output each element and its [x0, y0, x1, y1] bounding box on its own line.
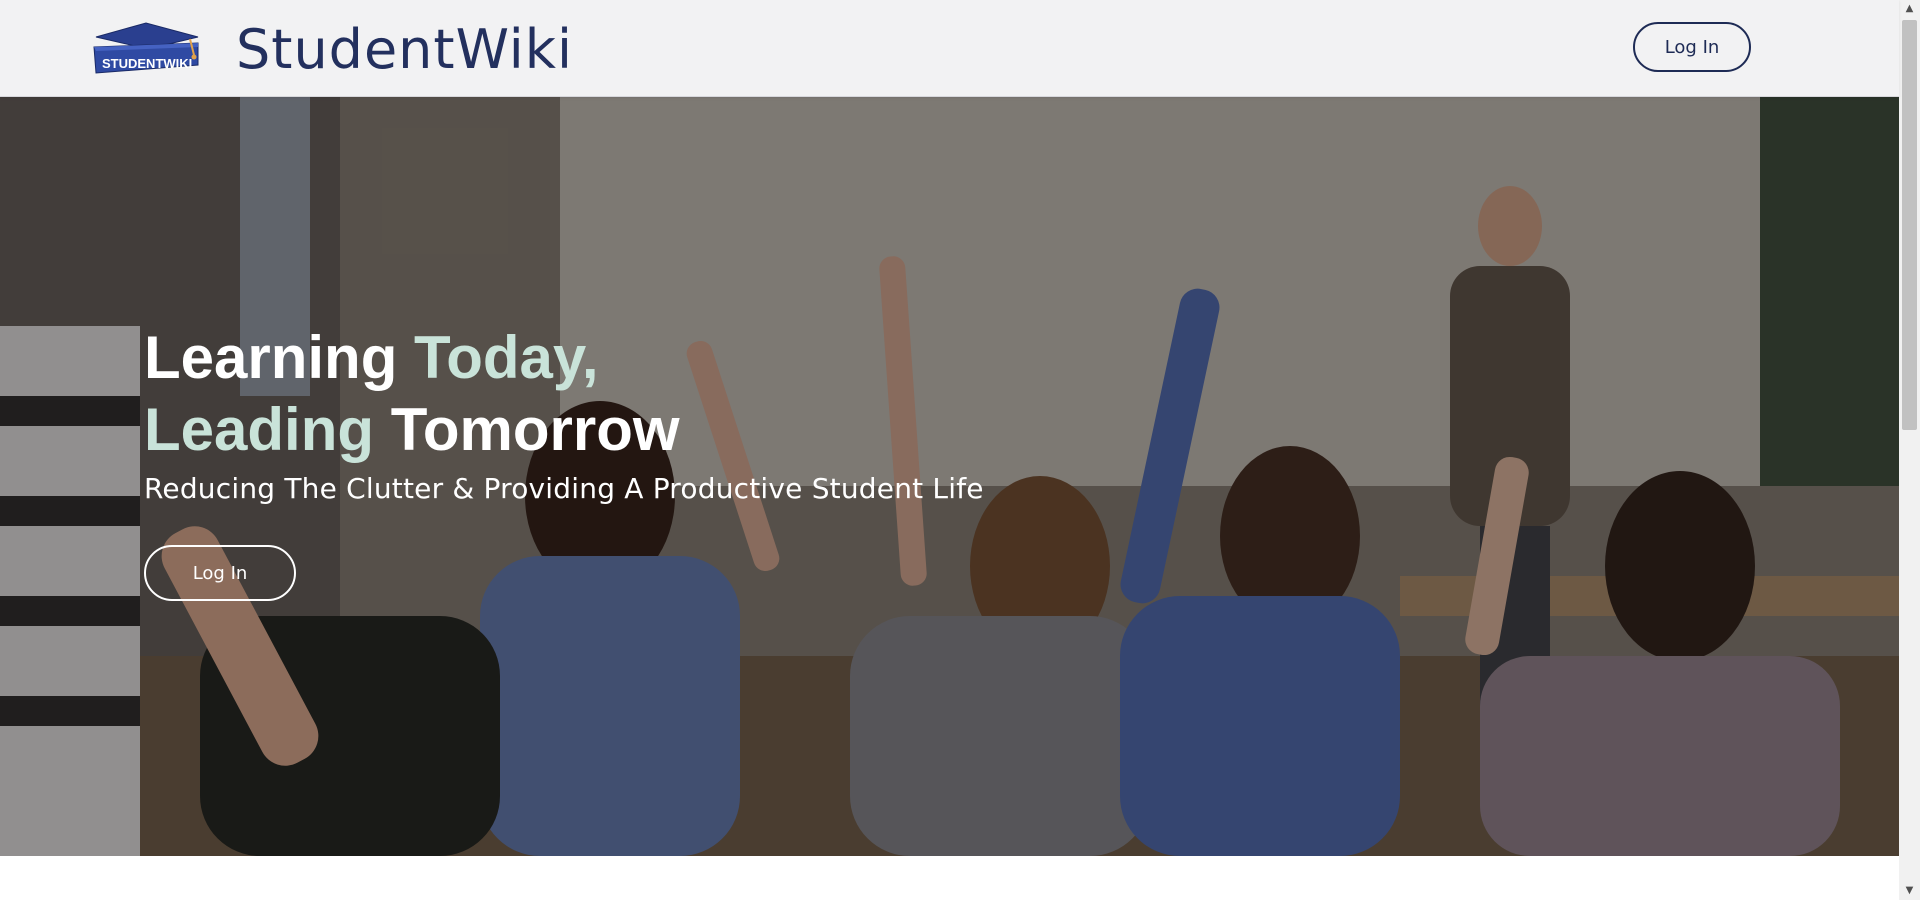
hero-subtitle: Reducing The Clutter & Providing A Produ… — [144, 472, 984, 505]
scrollbar-thumb[interactable] — [1902, 20, 1917, 430]
brand-name: StudentWiki — [236, 18, 574, 81]
site-header: STUDENTWIKI StudentWiki Log In — [0, 0, 1899, 97]
hero-title: Learning Today, Leading Tomorrow — [144, 322, 680, 466]
hero-section: Learning Today, Leading Tomorrow Reducin… — [0, 96, 1899, 856]
studentwiki-logo: STUDENTWIKI — [90, 21, 202, 79]
hero-title-leading: Leading — [144, 396, 391, 463]
hero-title-learning: Learning — [144, 324, 415, 391]
hero-login-button[interactable]: Log In — [144, 545, 296, 601]
hero-title-tomorrow: Tomorrow — [390, 396, 680, 463]
arrow-up-icon[interactable]: ▲ — [1899, 0, 1920, 18]
header-login-button[interactable]: Log In — [1633, 22, 1751, 72]
page-scrollbar[interactable]: ▲ ▼ — [1899, 0, 1920, 900]
hero-title-today: Today, — [414, 324, 599, 391]
arrow-down-icon[interactable]: ▼ — [1899, 882, 1920, 900]
svg-text:STUDENTWIKI: STUDENTWIKI — [102, 56, 192, 71]
brand[interactable]: STUDENTWIKI StudentWiki — [90, 18, 573, 81]
